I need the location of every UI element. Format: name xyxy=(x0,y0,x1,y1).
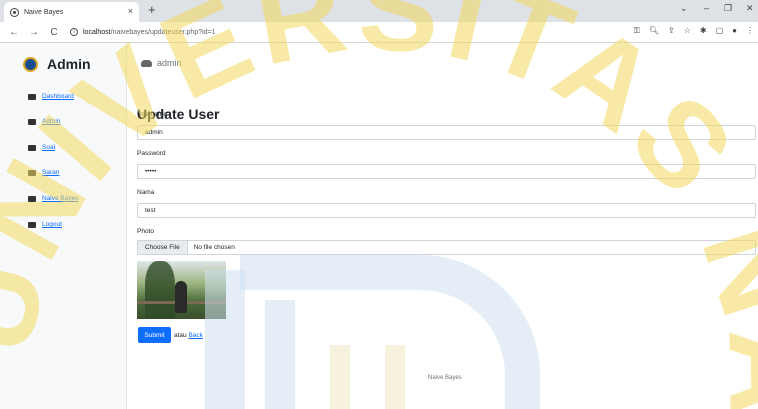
sidebar-link-saran[interactable]: Saran xyxy=(42,169,59,176)
password-label: Password xyxy=(137,150,166,157)
url-path: /naivebayes/updateuser.php?id=1 xyxy=(110,28,216,36)
footer: Naive Bayes xyxy=(428,375,462,381)
new-tab-button[interactable]: + xyxy=(148,2,156,17)
brand: Admin xyxy=(23,56,126,72)
card-icon xyxy=(28,169,36,176)
zoom-icon[interactable]: 🔍︎ xyxy=(649,26,659,36)
password-input[interactable]: ••••• xyxy=(137,164,756,179)
address-bar: ← → C i localhost/naivebayes/updateuser.… xyxy=(0,22,758,43)
atau-text: atau xyxy=(174,332,187,339)
sidebar-link-logout[interactable]: Logout xyxy=(42,221,62,228)
sidebar-item-dashboard[interactable]: Dashboard xyxy=(28,93,74,100)
dashboard-icon xyxy=(28,93,36,100)
toolbar-icons: ⚿ 🔍︎ ⇪ ☆ ✱ ▢ ● ⋮ xyxy=(634,26,754,36)
sidebar-link-soal[interactable]: Soal xyxy=(42,144,55,151)
browser-tab[interactable]: Naive Bayes × xyxy=(4,2,139,22)
url-field[interactable]: localhost/naivebayes/updateuser.php?id=1 xyxy=(83,29,216,36)
info-icon[interactable]: i xyxy=(70,28,78,36)
watermark-emblem xyxy=(205,255,540,409)
sidebar-item-saran[interactable]: Saran xyxy=(28,169,59,176)
user-icon xyxy=(28,118,36,125)
sidebar-item-naive-bayes[interactable]: Naive Bayes xyxy=(28,195,79,202)
watermark-emblem-inner xyxy=(330,345,405,409)
sidebar-link-dashboard[interactable]: Dashboard xyxy=(42,93,74,100)
back-icon[interactable]: ← xyxy=(8,27,20,38)
header-user[interactable]: admin xyxy=(141,58,182,68)
nama-input[interactable]: test xyxy=(137,203,756,218)
submit-button[interactable]: Submit xyxy=(138,327,171,343)
logout-icon xyxy=(28,221,36,228)
photo-file-input[interactable]: Choose File No file chosen xyxy=(137,240,756,255)
username-label: Username xyxy=(137,111,167,118)
browser-tab-bar: Naive Bayes × + ⌄ – ❐ ✕ xyxy=(0,0,758,22)
share-icon[interactable]: ⇪ xyxy=(668,26,675,36)
photo-tree xyxy=(145,261,175,319)
sidebar-link-admin[interactable]: Admin xyxy=(42,118,60,125)
menu-icon[interactable]: ⋮ xyxy=(746,26,754,36)
back-link-text: atau Back xyxy=(174,332,203,339)
username-input[interactable]: admin xyxy=(137,125,756,140)
star-icon[interactable]: ☆ xyxy=(684,26,691,36)
users-icon xyxy=(141,59,152,67)
tab-search-icon[interactable]: ⌄ xyxy=(680,3,688,14)
sidebar-link-naive-bayes[interactable]: Naive Bayes xyxy=(42,195,79,202)
file-status: No file chosen xyxy=(193,244,235,251)
reload-icon[interactable]: C xyxy=(48,27,60,38)
globe-icon xyxy=(10,7,19,17)
folder-icon xyxy=(28,144,36,151)
profile-icon[interactable]: ● xyxy=(732,26,737,36)
tab-close-icon[interactable]: × xyxy=(128,6,133,16)
minimize-button[interactable]: – xyxy=(704,3,709,13)
sidepanel-icon[interactable]: ▢ xyxy=(716,26,724,36)
user-photo xyxy=(137,261,226,319)
key-icon[interactable]: ⚿ xyxy=(634,26,640,36)
header-username: admin xyxy=(157,58,182,68)
back-link[interactable]: Back xyxy=(188,332,202,339)
close-window-button[interactable]: ✕ xyxy=(746,3,754,14)
url-host: localhost xyxy=(83,28,111,36)
choose-file-button[interactable]: Choose File xyxy=(138,241,188,254)
sidebar-item-logout[interactable]: Logout xyxy=(28,221,62,228)
extensions-icon[interactable]: ✱ xyxy=(700,26,707,36)
brand-title: Admin xyxy=(47,56,91,72)
folder-icon xyxy=(28,195,36,202)
forward-icon[interactable]: → xyxy=(28,27,40,38)
nama-label: Nama xyxy=(137,189,155,196)
logo-icon xyxy=(23,56,38,72)
photo-label: Photo xyxy=(137,228,154,235)
sidebar-item-admin[interactable]: Admin xyxy=(28,118,60,125)
photo-person xyxy=(175,281,187,313)
tab-title: Naive Bayes xyxy=(24,8,64,16)
sidebar-item-soal[interactable]: Soal xyxy=(28,144,55,151)
maximize-button[interactable]: ❐ xyxy=(724,3,732,14)
